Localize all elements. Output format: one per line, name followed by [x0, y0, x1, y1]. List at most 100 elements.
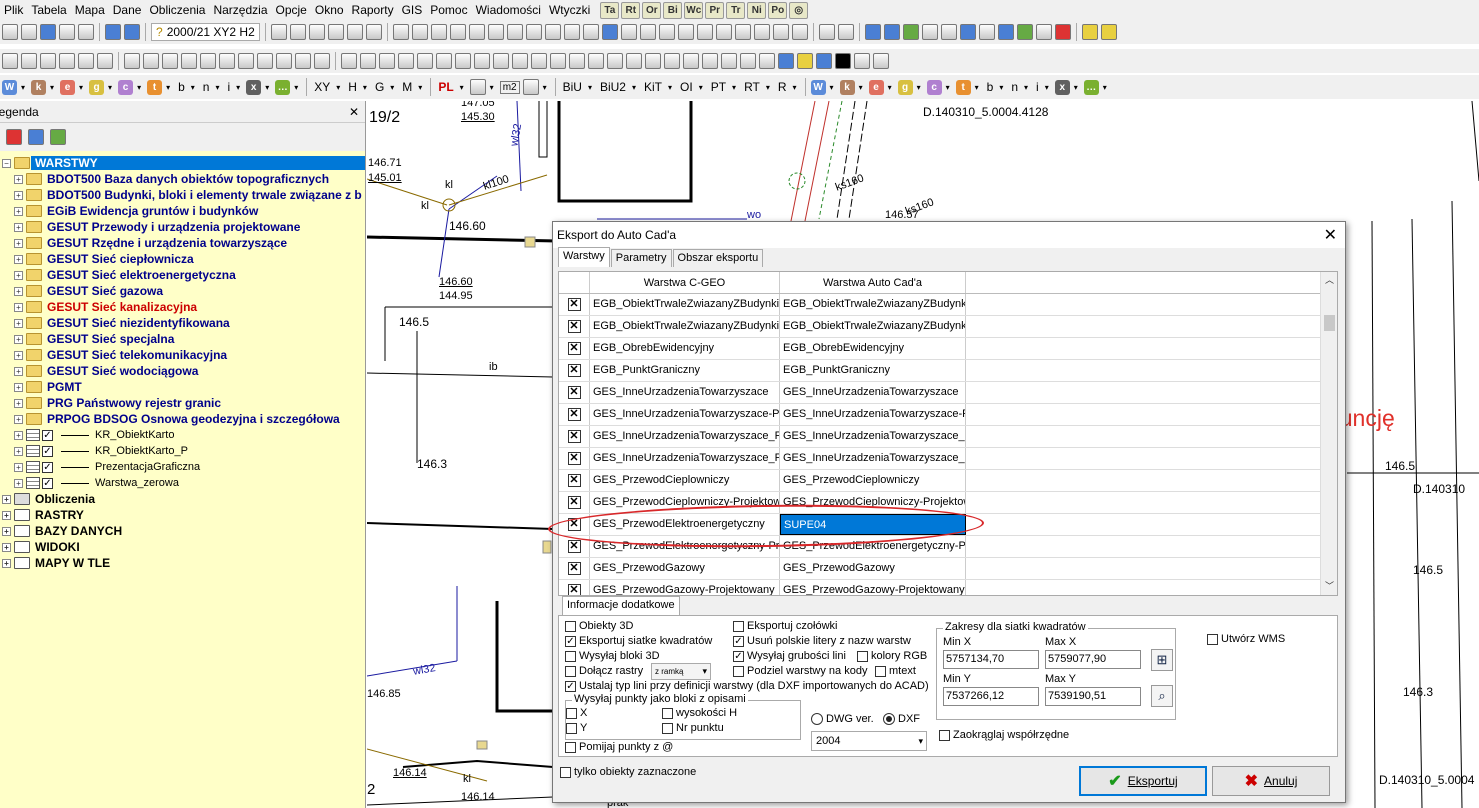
legend-layer-row[interactable]: + GESUT Sieć ciepłownicza [14, 251, 365, 267]
chevron-down-icon[interactable]: ▾ [999, 83, 1003, 92]
edit-tool-12-icon[interactable] [257, 53, 273, 69]
n-dropdown[interactable]: n [1009, 80, 1020, 94]
erase-icon[interactable] [772, 24, 789, 40]
visibility-checkbox[interactable]: ✓ [42, 445, 53, 457]
expand-icon[interactable]: + [14, 382, 23, 392]
acad-layer-cell[interactable]: GES_PrzewodGazowy-Projektowany [780, 580, 966, 595]
max-x-input[interactable]: 5759077,90 [1045, 650, 1141, 669]
row-check-cell[interactable]: ✕ [559, 448, 590, 469]
pan-icon[interactable] [346, 24, 363, 40]
option-zaokraglaj[interactable]: Zaokrąglaj współrzędne [939, 729, 1069, 741]
undo-icon[interactable] [105, 24, 121, 40]
legend-layer-row[interactable]: + GESUT Sieć niezidentyfikowana [14, 315, 365, 331]
draw-curve-icon[interactable] [506, 24, 523, 40]
menu-pomoc[interactable]: Pomoc [426, 0, 471, 20]
menu-okno[interactable]: Okno [311, 0, 348, 20]
zoom-extent-icon[interactable] [327, 24, 344, 40]
g-chip-icon[interactable]: g [897, 79, 913, 95]
chevron-down-icon[interactable]: ▾ [460, 83, 464, 92]
visibility-checkbox[interactable]: ✓ [42, 461, 53, 473]
option-eksportuj-czolowki[interactable]: Eksportuj czołówki [733, 620, 837, 632]
option-mtext[interactable]: mtext [875, 665, 916, 677]
gis-diamond-icon[interactable] [921, 24, 938, 40]
close-icon[interactable]: ✕ [349, 101, 359, 123]
coord-system-combo[interactable]: ? 2000/21 XY2 H2 [151, 23, 260, 41]
scroll-thumb[interactable] [1324, 315, 1335, 331]
dots-chip-icon[interactable]: … [1083, 79, 1099, 95]
acad-layer-cell[interactable]: EGB_ObiektTrwaleZwiazanyZBudynk [780, 294, 966, 315]
chevron-down-icon[interactable]: ▾ [946, 83, 950, 92]
expand-icon[interactable]: + [14, 430, 23, 440]
t-chip-icon[interactable]: t [147, 79, 163, 95]
expand-icon[interactable]: + [14, 446, 23, 456]
pin-icon[interactable] [1054, 24, 1071, 40]
expand-icon[interactable]: + [14, 414, 23, 424]
delete-icon[interactable] [626, 53, 642, 69]
chevron-down-icon[interactable]: ▾ [699, 83, 703, 92]
checkbox[interactable] [560, 766, 571, 778]
expand-icon[interactable]: + [14, 366, 23, 376]
acad-layer-cell[interactable]: EGB_PunktGraniczny [780, 360, 966, 381]
checkbox-x-icon[interactable]: ✕ [567, 474, 581, 487]
row-check-cell[interactable]: ✕ [559, 558, 590, 579]
chevron-down-icon[interactable]: ▾ [363, 83, 367, 92]
option-y[interactable]: Y [566, 722, 587, 734]
edit-tool-11-icon[interactable] [238, 53, 254, 69]
menu-opcje[interactable]: Opcje [272, 0, 311, 20]
row-check-cell[interactable]: ✕ [559, 338, 590, 359]
expand-icon[interactable]: + [14, 478, 23, 488]
menu-wiadomosci[interactable]: Wiadomości [472, 0, 545, 20]
legend-group-row[interactable]: + BAZY DANYCH [2, 523, 365, 539]
layout-icon[interactable] [873, 53, 889, 69]
edit-tool-13-icon[interactable] [276, 53, 292, 69]
expand-icon[interactable]: + [2, 526, 11, 536]
c-chip-icon[interactable]: c [118, 79, 134, 95]
min-x-input[interactable]: 5757134,70 [943, 650, 1039, 669]
expand-icon[interactable]: + [14, 206, 23, 216]
h-dropdown[interactable]: H [346, 80, 359, 94]
dots-chip-icon[interactable]: … [275, 79, 291, 95]
checkbox[interactable] [565, 650, 576, 662]
array-icon[interactable] [493, 53, 509, 69]
expand-icon[interactable]: + [14, 222, 23, 232]
chevron-down-icon[interactable]: ▾ [543, 83, 547, 92]
preview-icon[interactable] [78, 24, 94, 40]
expand-icon[interactable]: + [2, 494, 11, 504]
chevron-down-icon[interactable]: ▾ [1074, 83, 1078, 92]
draw-angle-icon[interactable] [411, 24, 428, 40]
pl-dropdown[interactable]: PL [436, 80, 455, 94]
acad-layer-cell[interactable]: EGB_ObiektTrwaleZwiazanyZBudynk [780, 316, 966, 337]
area-icon[interactable] [702, 53, 718, 69]
chevron-down-icon[interactable]: ▾ [215, 83, 219, 92]
badge-bi[interactable]: Bi [663, 1, 683, 19]
table-row[interactable]: ✕ EGB_ObiektTrwaleZwiazanyZBudynkiem EGB_O… [559, 316, 1337, 338]
chevron-down-icon[interactable]: ▾ [1045, 83, 1049, 92]
option-utworz-wms[interactable]: Utwórz WMS [1207, 633, 1285, 645]
acad-layer-cell[interactable]: GES_InneUrzadzeniaTowarzyszace_F [780, 426, 966, 447]
r-dropdown[interactable]: R [776, 80, 789, 94]
ungroup-icon[interactable] [683, 53, 699, 69]
gis-shape-icon[interactable] [940, 24, 957, 40]
biu-dropdown[interactable]: BiU [561, 80, 584, 94]
chevron-down-icon[interactable]: ▾ [917, 83, 921, 92]
wms-icon[interactable] [864, 24, 881, 40]
badge-rt[interactable]: Rt [621, 1, 641, 19]
chevron-down-icon[interactable]: ▾ [766, 83, 770, 92]
offset-icon[interactable] [455, 53, 471, 69]
acad-layer-cell[interactable]: EGB_ObrebEwidencyjny [780, 338, 966, 359]
row-check-cell[interactable]: ✕ [559, 492, 590, 513]
checkbox[interactable] [566, 722, 577, 734]
chevron-down-icon[interactable]: ▾ [668, 83, 672, 92]
copy-icon[interactable] [588, 53, 604, 69]
close-icon[interactable]: ✕ [1324, 225, 1337, 245]
legend-layer-row[interactable]: + GESUT Rzędne i urządzenia towarzyszące [14, 235, 365, 251]
hatch-icon[interactable] [78, 53, 94, 69]
globe-icon[interactable]: ◎ [789, 1, 809, 19]
print-icon[interactable] [59, 24, 75, 40]
x-chip-icon[interactable]: x [1054, 79, 1070, 95]
collapse-icon[interactable]: − [2, 158, 11, 168]
chevron-down-icon[interactable]: ▾ [21, 83, 25, 92]
k-chip-icon[interactable]: k [31, 79, 47, 95]
legend-group-row[interactable]: + MAPY W TLE [2, 555, 365, 571]
chevron-down-icon[interactable]: ▾ [859, 83, 863, 92]
